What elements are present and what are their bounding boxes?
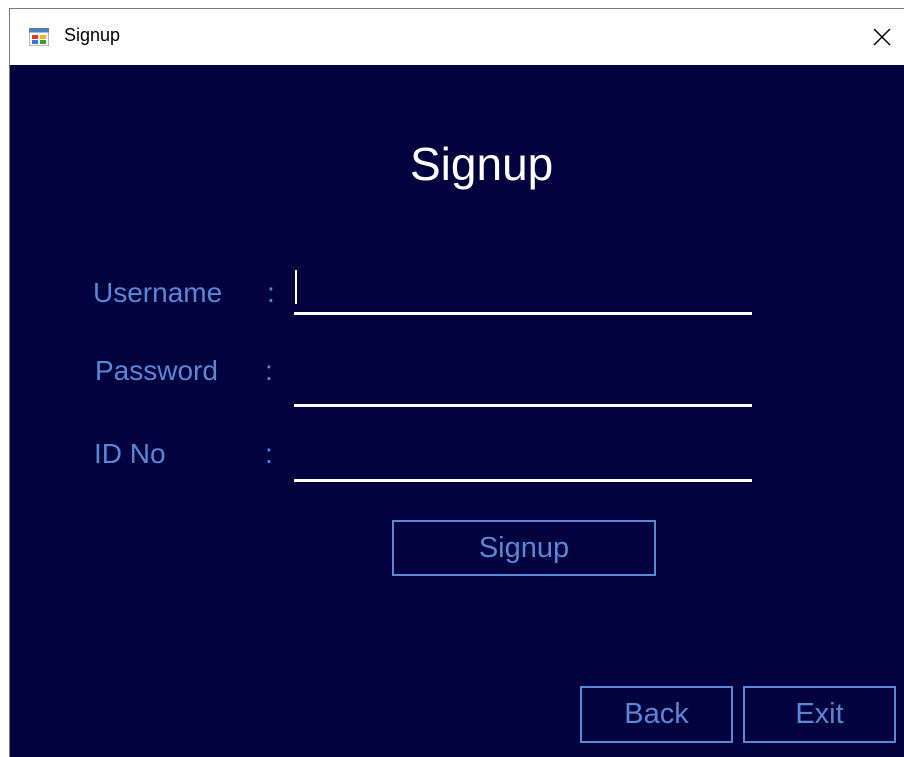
username-input[interactable] [294,271,752,315]
title-bar: Signup [10,9,904,65]
id-no-input[interactable] [294,438,752,482]
window-title: Signup [64,25,121,45]
username-colon: : [267,277,275,308]
signup-button[interactable]: Signup [392,520,656,576]
id-no-colon: : [265,438,273,469]
form-heading: Signup [410,138,554,190]
password-label: Password [95,355,218,386]
password-input[interactable] [294,363,752,407]
back-button[interactable]: Back [580,686,733,743]
id-no-label: ID No [94,438,166,469]
close-icon [873,28,891,46]
form-panel: Signup Username : Password : ID No : Sig… [10,65,904,757]
text-caret [295,270,297,304]
signup-window: Signup Signup Username : Password : ID N… [9,8,904,757]
windows-form-icon [29,28,49,46]
password-colon: : [265,355,273,386]
username-label: Username [93,277,223,308]
close-button[interactable] [860,9,904,65]
exit-button[interactable]: Exit [743,686,896,743]
